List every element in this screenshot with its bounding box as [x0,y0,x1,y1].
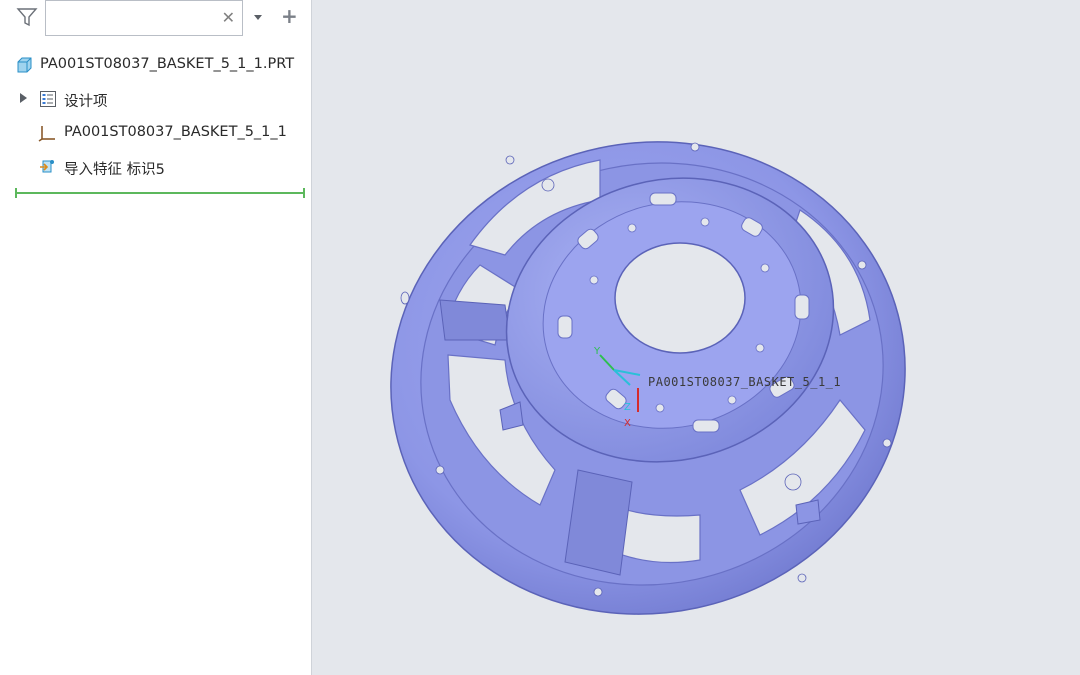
csys-label: PA001ST08037_BASKET_5_1_1 [648,375,842,389]
axis-x-label: X [624,418,631,429]
axis-z-label: Z [624,402,631,413]
axis-y-label: Y [593,346,601,357]
basket-3d-model[interactable]: Y Z X [0,0,1080,675]
